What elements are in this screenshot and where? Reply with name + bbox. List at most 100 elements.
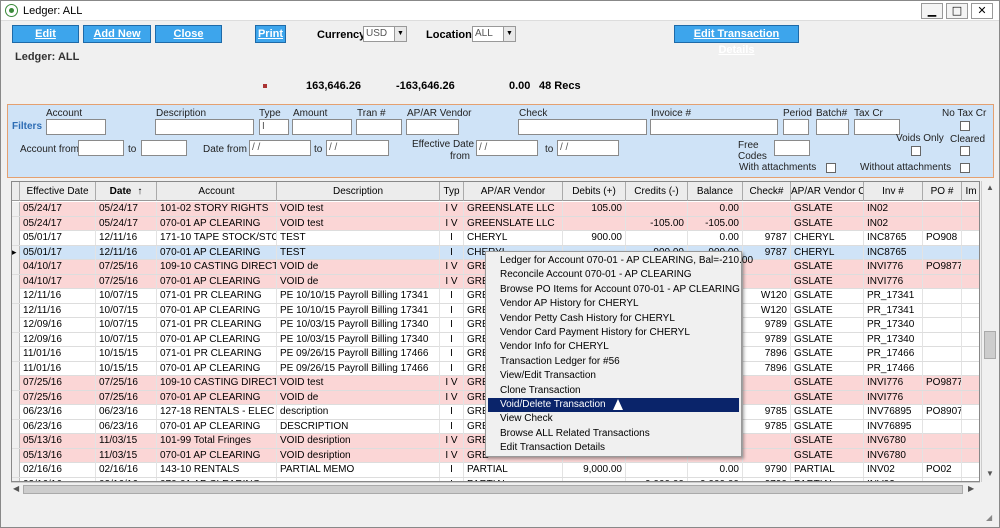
account-input[interactable]: [46, 119, 106, 135]
eff-date-to-input[interactable]: / /: [557, 140, 619, 156]
row-indicator[interactable]: ▸: [12, 245, 20, 260]
date-from-input[interactable]: / /: [249, 140, 311, 156]
column-header-vendor[interactable]: AP/AR Vendor: [464, 182, 563, 201]
column-header-eff[interactable]: Effective Date: [20, 182, 96, 201]
location-select[interactable]: ALL ▼: [472, 26, 516, 42]
maximize-button[interactable]: □: [946, 3, 968, 19]
table-row[interactable]: 05/24/17 05/24/17 101-02 STORY RIGHTS VOID …: [12, 202, 979, 217]
row-indicator[interactable]: [12, 289, 20, 303]
column-header-date[interactable]: Date ↑: [96, 182, 157, 201]
scroll-down-icon[interactable]: ▼: [986, 469, 994, 478]
context-menu-item[interactable]: View/Edit Transaction: [488, 369, 739, 383]
context-menu-item[interactable]: Browse PO Items for Account 070-01 - AP …: [488, 283, 740, 297]
edit-button[interactable]: Edit: [12, 25, 79, 43]
voids-only-checkbox[interactable]: [911, 146, 921, 156]
vertical-scrollbar[interactable]: ▲ ▼: [981, 181, 997, 482]
column-header-bal[interactable]: Balance: [688, 182, 743, 201]
row-indicator[interactable]: [12, 332, 20, 347]
row-indicator[interactable]: [12, 390, 20, 405]
print-button[interactable]: Print: [255, 25, 286, 43]
context-menu-item[interactable]: Clone Transaction: [488, 384, 739, 398]
context-menu-item[interactable]: Vendor Card Payment History for CHERYL: [488, 326, 739, 340]
context-menu-item[interactable]: Vendor Petty Cash History for CHERYL: [488, 312, 739, 326]
row-indicator[interactable]: [12, 274, 20, 289]
row-indicator[interactable]: [12, 376, 20, 390]
resize-grip-icon[interactable]: ◢: [986, 513, 998, 525]
cell-vco: GSLATE: [791, 216, 864, 231]
row-indicator[interactable]: [12, 260, 20, 274]
with-attachments-checkbox[interactable]: [826, 163, 836, 173]
scroll-left-icon[interactable]: ◀: [13, 484, 19, 493]
row-indicator[interactable]: [12, 231, 20, 245]
row-indicator[interactable]: [12, 448, 20, 463]
vertical-scroll-thumb[interactable]: [984, 331, 996, 359]
description-input[interactable]: [155, 119, 254, 135]
row-indicator[interactable]: [12, 318, 20, 332]
close-window-button[interactable]: ✕: [971, 3, 993, 19]
row-indicator[interactable]: [12, 419, 20, 434]
edit-transaction-details-button[interactable]: Edit Transaction Details: [674, 25, 799, 56]
column-header-chk[interactable]: Check#: [743, 182, 791, 201]
column-header-po[interactable]: PO #: [923, 182, 962, 201]
context-menu-item[interactable]: Transaction Ledger for #56: [488, 355, 739, 369]
context-menu-item[interactable]: Edit Transaction Details: [488, 441, 739, 455]
without-attachments-checkbox[interactable]: [960, 163, 970, 173]
horizontal-scrollbar[interactable]: ◀ ▶: [11, 482, 980, 495]
row-indicator[interactable]: [12, 202, 20, 216]
row-indicator[interactable]: [12, 463, 20, 477]
tax-cr-input[interactable]: [854, 119, 900, 135]
check-input[interactable]: [518, 119, 647, 135]
cell-vendor: PARTIAL: [464, 463, 563, 477]
batch-input[interactable]: [816, 119, 849, 135]
cell-acct: 143-10 RENTALS: [157, 463, 277, 477]
account-from-input[interactable]: [78, 140, 124, 156]
no-tax-cr-checkbox[interactable]: [960, 121, 970, 131]
tran-input[interactable]: [356, 119, 402, 135]
column-header-im[interactable]: Im: [962, 182, 979, 201]
column-header-cred[interactable]: Credits (-): [626, 182, 688, 201]
row-indicator[interactable]: [12, 434, 20, 448]
minimize-button[interactable]: ▁: [921, 3, 943, 19]
column-header-inv[interactable]: Inv #: [864, 182, 923, 201]
close-button[interactable]: Close: [155, 25, 222, 43]
eff-date-from-input[interactable]: / /: [476, 140, 538, 156]
currency-label: Currency: [317, 29, 366, 41]
amount-input[interactable]: [292, 119, 352, 135]
cell-acct: 109-10 CASTING DIRECT: [157, 260, 277, 274]
column-header-deb[interactable]: Debits (+): [563, 182, 626, 201]
context-menu-item[interactable]: Vendor Info for CHERYL: [488, 340, 739, 354]
row-indicator[interactable]: [12, 216, 20, 231]
period-input[interactable]: [783, 119, 809, 135]
free-codes-input[interactable]: [774, 140, 810, 156]
table-row[interactable]: 05/01/17 12/11/16 171-10 TAPE STOCK/STO TES…: [12, 231, 979, 246]
apar-vendor-input[interactable]: [406, 119, 459, 135]
column-header-typ[interactable]: Typ: [440, 182, 464, 201]
column-header-acct[interactable]: Account: [157, 182, 277, 201]
row-indicator[interactable]: [12, 347, 20, 361]
context-menu-item[interactable]: View Check: [488, 412, 739, 426]
add-new-button[interactable]: Add New: [83, 25, 151, 43]
table-row[interactable]: 05/24/17 05/24/17 070-01 AP CLEARING VOID t…: [12, 216, 979, 231]
context-menu-item[interactable]: Vendor AP History for CHERYL: [488, 297, 739, 311]
context-menu-item[interactable]: Ledger for Account 070-01 - AP CLEARING,…: [488, 254, 753, 268]
row-indicator[interactable]: [12, 405, 20, 419]
cell-cred: [626, 463, 688, 477]
account-to-input[interactable]: [141, 140, 187, 156]
cell-typ: I V: [440, 274, 464, 289]
invoice-input[interactable]: [650, 119, 778, 135]
scroll-right-icon[interactable]: ▶: [968, 484, 974, 493]
currency-select[interactable]: USD ▼: [363, 26, 407, 42]
cell-inv: INC8765: [864, 231, 923, 245]
column-header-desc[interactable]: Description: [277, 182, 440, 201]
scroll-up-icon[interactable]: ▲: [986, 183, 994, 192]
context-menu-item[interactable]: Reconcile Account 070-01 - AP CLEARING: [488, 268, 739, 282]
context-menu-item[interactable]: Browse ALL Related Transactions: [488, 427, 739, 441]
date-to-input[interactable]: / /: [326, 140, 389, 156]
row-indicator[interactable]: [12, 361, 20, 376]
type-input[interactable]: I: [259, 119, 289, 135]
table-row[interactable]: 02/16/16 02/16/16 143-10 RENTALS PARTIAL ME…: [12, 463, 979, 478]
horizontal-scroll-thumb[interactable]: [23, 485, 963, 494]
row-indicator[interactable]: [12, 303, 20, 318]
cleared-checkbox[interactable]: [960, 146, 970, 156]
column-header-vco[interactable]: AP/AR Vendor Co: [791, 182, 864, 201]
